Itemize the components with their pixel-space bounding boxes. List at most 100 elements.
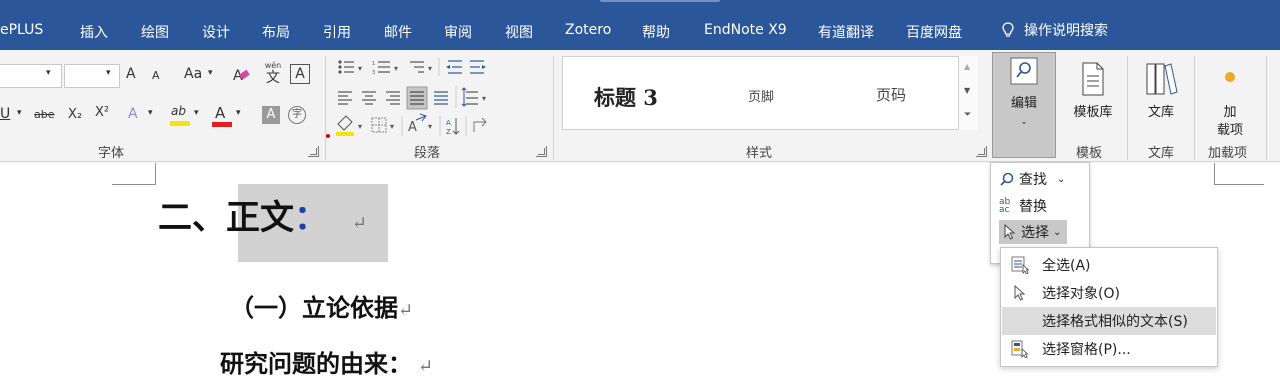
- subscript-icon[interactable]: X₂: [68, 107, 82, 122]
- edit-dropdown-icon: ⌄: [1020, 117, 1028, 127]
- tab-zotero[interactable]: Zotero: [565, 22, 611, 38]
- change-case-dropdown-icon[interactable]: ▾: [208, 68, 213, 78]
- font-size-box[interactable]: [64, 64, 120, 88]
- style-heading3[interactable]: 标题 3: [594, 82, 658, 112]
- addins-label-line1: 加: [1223, 105, 1237, 120]
- character-shading-icon[interactable]: A: [262, 106, 280, 124]
- tab-baidu-netdisk[interactable]: 百度网盘: [906, 22, 962, 42]
- select-label: 选择: [1021, 225, 1049, 241]
- cursor-icon: [1014, 285, 1026, 301]
- svg-text:▾: ▾: [428, 122, 432, 131]
- style-footer[interactable]: 页脚: [748, 86, 774, 105]
- paragraph-group-label: 段落: [414, 146, 441, 161]
- paragraph-mark: ↵: [398, 300, 414, 321]
- selected-heading-text[interactable]: 正文: [226, 198, 294, 238]
- edit-button-label: 编辑: [1010, 96, 1037, 111]
- font-color-dropdown-icon[interactable]: ▾: [236, 108, 241, 118]
- group-divider: [1127, 56, 1128, 160]
- heading-2[interactable]: （一）立论依据↵: [230, 288, 413, 323]
- styles-dialog-launcher-icon[interactable]: [976, 146, 987, 157]
- group-divider: [1194, 56, 1195, 160]
- paragraph-tools-icon[interactable]: ▾ 13 ▾ ▾ ▾ ▾ ▾ A ▾ AZ: [336, 58, 546, 138]
- replace-menu-item[interactable]: ab ac 替换: [999, 194, 1047, 218]
- phonetic-guide-icon[interactable]: wén 文: [262, 62, 284, 87]
- heading-3[interactable]: 研究问题的由来： ↵: [220, 344, 433, 379]
- tab-officeplus[interactable]: ePLUS: [0, 22, 43, 38]
- select-all-item[interactable]: 全选(A): [1002, 251, 1216, 279]
- tell-me-label: 操作说明搜索: [1024, 23, 1108, 39]
- character-border-icon[interactable]: A: [290, 64, 310, 84]
- svg-text:1: 1: [372, 61, 375, 67]
- scroll-up-icon[interactable]: ▲: [964, 62, 970, 71]
- tab-help[interactable]: 帮助: [642, 22, 670, 42]
- select-objects-item[interactable]: 选择对象(O): [1002, 279, 1216, 307]
- template-group-label: 模板: [1076, 146, 1103, 161]
- tab-references[interactable]: 引用: [323, 22, 351, 42]
- styles-group-label: 样式: [746, 146, 773, 161]
- styles-gallery-scroll[interactable]: ▲ ▼ ⏷: [958, 56, 978, 130]
- select-all-icon: [1011, 256, 1029, 274]
- font-dialog-launcher-icon[interactable]: [308, 146, 319, 157]
- svg-text:Z: Z: [446, 128, 451, 136]
- select-all-label: 全选(A): [1042, 258, 1091, 274]
- tab-view[interactable]: 视图: [505, 22, 533, 42]
- select-submenu: 全选(A) 选择对象(O) 选择格式相似的文本(S) 选择窗格(P)...: [1000, 247, 1218, 367]
- tell-me-search[interactable]: 操作说明搜索: [1002, 20, 1108, 40]
- heading-1[interactable]: 二、正文： ↵: [158, 190, 367, 239]
- select-menu-item[interactable]: 选择 ⌄: [999, 220, 1068, 244]
- font-size-dropdown-icon[interactable]: ▾: [106, 68, 111, 78]
- scroll-down-icon[interactable]: ▼: [964, 86, 970, 95]
- highlight-dropdown-icon[interactable]: ▾: [194, 108, 199, 118]
- edit-button[interactable]: 编辑 ⌄: [992, 52, 1056, 158]
- find-menu-item[interactable]: 查找 ⌄: [999, 167, 1065, 191]
- select-similar-formatting-item[interactable]: 选择格式相似的文本(S): [1002, 307, 1216, 335]
- paragraph-mark: ↵: [351, 213, 367, 234]
- library-group-label: 文库: [1148, 146, 1175, 161]
- paragraph-dialog-launcher-icon[interactable]: [536, 146, 547, 157]
- tab-insert[interactable]: 插入: [80, 22, 108, 42]
- underline-icon[interactable]: U: [0, 106, 10, 122]
- tab-youdao[interactable]: 有道翻译: [818, 22, 874, 42]
- cursor-icon: [1004, 224, 1016, 240]
- svg-text:3: 3: [372, 70, 375, 76]
- paragraph-mark: ↵: [418, 356, 434, 377]
- gallery-expand-icon[interactable]: ⏷: [964, 110, 971, 120]
- font-name-dropdown-icon[interactable]: ▾: [46, 68, 51, 78]
- tab-layout[interactable]: 布局: [262, 22, 290, 42]
- template-library-button[interactable]: 模板库: [1062, 56, 1124, 142]
- highlight-color-icon[interactable]: ab: [170, 104, 190, 128]
- svg-text:▾: ▾: [358, 64, 362, 73]
- group-divider: [325, 56, 326, 160]
- select-objects-label: 选择对象(O): [1042, 286, 1120, 302]
- svg-text:▾: ▾: [482, 94, 486, 103]
- addins-group-label: 加载项: [1208, 146, 1248, 161]
- tab-design[interactable]: 设计: [202, 22, 230, 42]
- superscript-icon[interactable]: X²: [95, 105, 109, 120]
- clear-formatting-icon[interactable]: A: [232, 66, 250, 84]
- underline-dropdown-icon[interactable]: ▾: [17, 108, 22, 118]
- font-group-label: 字体: [98, 146, 125, 161]
- font-color-icon[interactable]: A: [212, 104, 232, 128]
- shrink-font-icon[interactable]: A: [152, 69, 160, 82]
- style-page-number[interactable]: 页码: [876, 84, 906, 105]
- selection-pane-item[interactable]: 选择窗格(P)...: [1002, 335, 1216, 363]
- strikethrough-icon[interactable]: abe: [34, 108, 55, 121]
- font-name-box[interactable]: [0, 64, 62, 88]
- replace-label: 替换: [1019, 199, 1047, 215]
- tab-mailings[interactable]: 邮件: [384, 22, 412, 42]
- change-case-icon[interactable]: Aa: [184, 66, 202, 82]
- tab-review[interactable]: 审阅: [444, 22, 472, 42]
- margin-corner-mark: [1214, 163, 1264, 185]
- find-label: 查找: [1019, 172, 1047, 188]
- addins-button[interactable]: 加 载项: [1198, 56, 1262, 142]
- tab-draw[interactable]: 绘图: [141, 22, 169, 42]
- tab-endnote[interactable]: EndNote X9: [704, 22, 787, 38]
- grow-font-icon[interactable]: A: [126, 66, 136, 82]
- library-button[interactable]: 文库: [1132, 56, 1190, 142]
- enclose-characters-icon[interactable]: 字: [288, 106, 306, 124]
- search-icon: [1000, 172, 1014, 186]
- text-effects-icon[interactable]: A: [128, 106, 138, 122]
- ribbon-panel: ▾ ▾ A A Aa ▾ A wén 文 A U ▾ abe X₂ X² A ▾…: [0, 50, 1280, 162]
- group-divider: [553, 56, 554, 160]
- text-effects-dropdown-icon[interactable]: ▾: [148, 108, 153, 118]
